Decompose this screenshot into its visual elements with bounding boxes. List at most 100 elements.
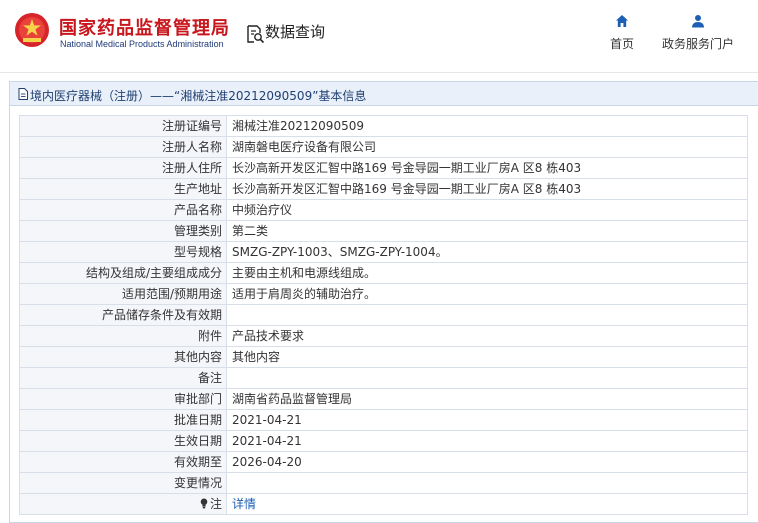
field-label: 结构及组成/主要组成成分 (19, 262, 227, 284)
field-label-text: 审批部门 (173, 392, 222, 406)
table-row: 注册人名称 湖南磐电医疗设备有限公司 (19, 136, 748, 158)
field-value: 2021-04-21 (226, 430, 748, 452)
field-value-text: 其他内容 (232, 350, 281, 364)
field-label: 产品储存条件及有效期 (19, 304, 227, 326)
field-value-text: 湖南省药品监督管理局 (232, 392, 353, 406)
field-value-text: SMZG-ZPY-1003、SMZG-ZPY-1004。 (232, 245, 448, 259)
field-label-text: 结构及组成/主要组成成分 (85, 266, 222, 280)
document-search-icon (247, 25, 265, 44)
table-row: 生效日期 2021-04-21 (19, 430, 748, 452)
details-link[interactable]: 详情 (232, 497, 256, 511)
table-row: 适用范围/预期用途 适用于肩周炎的辅助治疗。 (19, 283, 748, 305)
field-label-text: 附件 (197, 329, 222, 343)
field-value: 中频治疗仪 (226, 199, 748, 221)
field-label: 审批部门 (19, 388, 227, 410)
table-row: 结构及组成/主要组成成分 主要由主机和电源线组成。 (19, 262, 748, 284)
field-label: 型号规格 (19, 241, 227, 263)
nav-home-label: 首页 (609, 37, 634, 51)
table-row: 批准日期 2021-04-21 (19, 409, 748, 431)
field-label-text: 有效期至 (173, 455, 222, 469)
nav-portal-label: 政务服务门户 (661, 37, 734, 51)
field-value: 湖南磐电医疗设备有限公司 (226, 136, 748, 158)
field-label-text: 管理类别 (173, 224, 222, 238)
field-value: 其他内容 (226, 346, 748, 368)
field-value: 适用于肩周炎的辅助治疗。 (226, 283, 748, 305)
field-value-text: 适用于肩周炎的辅助治疗。 (232, 287, 377, 301)
panel-header: 境内医疗器械（注册）——“湘械注准20212090509”基本信息 (10, 82, 758, 106)
header-divider (0, 72, 758, 73)
table-row: 管理类别 第二类 (19, 220, 748, 242)
field-label: 生产地址 (19, 178, 227, 200)
field-value: 湘械注准20212090509 (226, 115, 748, 137)
field-value (226, 304, 748, 326)
field-value-text: 2021-04-21 (232, 413, 302, 427)
field-value (226, 367, 748, 389)
table-row: 型号规格 SMZG-ZPY-1003、SMZG-ZPY-1004。 (19, 241, 748, 263)
field-value-text: 长沙高新开发区汇智中路169 号金导园一期工业厂房A 区8 栋403 (232, 161, 582, 175)
field-label: 注册证编号 (19, 115, 227, 137)
detail-panel: 境内医疗器械（注册）——“湘械注准20212090509”基本信息 注册证编号湘… (9, 81, 758, 523)
table-row: 其他内容 其他内容 (19, 346, 748, 368)
field-label-text: 生效日期 (173, 434, 222, 448)
field-label-text: 批准日期 (173, 413, 222, 427)
registration-info-table: 注册证编号 湘械注准20212090509 注册人名称 湖南磐电医疗设备有限公司 注册人… (19, 115, 748, 515)
field-label: 注册人住所 (19, 157, 227, 179)
table-row: 有效期至 2026-04-20 (19, 451, 748, 473)
field-label-text: 注 (209, 497, 222, 511)
nav-home-link[interactable]: 首页 (600, 14, 644, 52)
field-value: 2021-04-21 (226, 409, 748, 431)
field-label-text: 注册证编号 (161, 119, 222, 133)
table-row: 变更情况 (19, 472, 748, 494)
field-value-text: 中频治疗仪 (232, 203, 293, 217)
field-value: 产品技术要求 (226, 325, 748, 347)
field-value-text: 湖南磐电医疗设备有限公司 (232, 140, 377, 154)
field-label: 注 (19, 493, 227, 515)
brand-name-cn: 国家药品监督管理局 (59, 18, 230, 39)
field-label-text: 生产地址 (173, 182, 222, 196)
page-section-title: 数据查询 (265, 23, 326, 41)
nav-portal-link[interactable]: 政务服务门户 (656, 14, 740, 52)
field-label: 有效期至 (19, 451, 227, 473)
field-value: 第二类 (226, 220, 748, 242)
field-label: 管理类别 (19, 220, 227, 242)
field-label-text: 其他内容 (173, 350, 222, 364)
field-value: 长沙高新开发区汇智中路169 号金导园一期工业厂房A 区8 栋403 (226, 157, 748, 179)
field-value-text: 2021-04-21 (232, 434, 302, 448)
field-label: 其他内容 (19, 346, 227, 368)
field-value: 主要由主机和电源线组成。 (226, 262, 748, 284)
field-label-text: 型号规格 (173, 245, 222, 259)
table-row: 备注 (19, 367, 748, 389)
lightbulb-icon (200, 498, 208, 509)
table-row: 注详情 (19, 493, 748, 515)
field-value: 2026-04-20 (226, 451, 748, 473)
field-label-text: 变更情况 (173, 476, 222, 490)
user-icon (692, 15, 704, 28)
table-row: 注册人住所 长沙高新开发区汇智中路169 号金导园一期工业厂房A 区8 栋403 (19, 157, 748, 179)
national-emblem-icon (15, 13, 49, 47)
field-label-text: 适用范围/预期用途 (121, 287, 222, 301)
field-value: 详情 (226, 493, 748, 515)
field-label: 注册人名称 (19, 136, 227, 158)
brand-name-en: National Medical Products Administration (60, 39, 224, 49)
table-row: 注册证编号 湘械注准20212090509 (19, 115, 748, 137)
field-value: SMZG-ZPY-1003、SMZG-ZPY-1004。 (226, 241, 748, 263)
field-label: 适用范围/预期用途 (19, 283, 227, 305)
table-row: 产品名称 中频治疗仪 (19, 199, 748, 221)
field-label: 附件 (19, 325, 227, 347)
field-label: 批准日期 (19, 409, 227, 431)
field-value: 长沙高新开发区汇智中路169 号金导园一期工业厂房A 区8 栋403 (226, 178, 748, 200)
field-label: 产品名称 (19, 199, 227, 221)
document-icon (18, 88, 28, 100)
table-row: 附件 产品技术要求 (19, 325, 748, 347)
field-value-text: 第二类 (232, 224, 269, 238)
home-icon (616, 15, 628, 27)
field-value-text: 2026-04-20 (232, 455, 302, 469)
site-header: 国家药品监督管理局 National Medical Products Admi… (0, 0, 758, 72)
table-row: 生产地址 长沙高新开发区汇智中路169 号金导园一期工业厂房A 区8 栋403 (19, 178, 748, 200)
field-value (226, 472, 748, 494)
table-row: 产品储存条件及有效期 (19, 304, 748, 326)
field-value: 湖南省药品监督管理局 (226, 388, 748, 410)
field-value-text: 产品技术要求 (232, 329, 305, 343)
field-value-text: 长沙高新开发区汇智中路169 号金导园一期工业厂房A 区8 栋403 (232, 182, 582, 196)
field-value-text: 主要由主机和电源线组成。 (232, 266, 377, 280)
